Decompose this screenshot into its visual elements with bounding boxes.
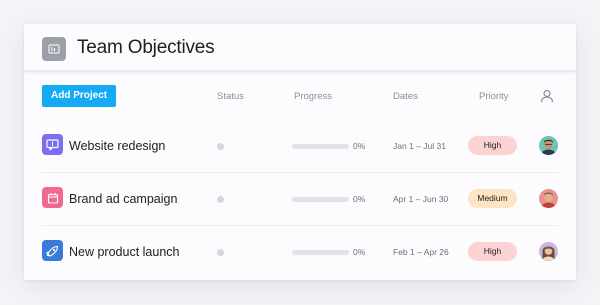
rocket-icon xyxy=(42,240,63,261)
progress-percent: 0% xyxy=(353,247,366,257)
priority-badge[interactable]: High xyxy=(468,242,517,261)
table-row[interactable]: Brand ad campaign 0% Apr 1 – Jun 30 Medi… xyxy=(42,173,558,226)
status-indicator[interactable] xyxy=(217,249,224,256)
column-header-bar: Add Project Status Progress Dates Priori… xyxy=(24,72,576,116)
date-range[interactable]: Apr 1 – Jun 30 xyxy=(393,194,448,204)
calendar-icon xyxy=(42,187,63,208)
progress-percent: 0% xyxy=(353,141,366,151)
assignee-avatar[interactable] xyxy=(539,242,558,261)
header: Team Objectives xyxy=(24,24,576,72)
progress-bar xyxy=(292,250,349,255)
project-name[interactable]: Brand ad campaign xyxy=(69,192,177,206)
assignee-avatar[interactable] xyxy=(539,189,558,208)
assignee-avatar[interactable] xyxy=(539,136,558,155)
table-row[interactable]: New product launch 0% Feb 1 – Apr 26 Hig… xyxy=(42,226,558,279)
project-name[interactable]: New product launch xyxy=(69,245,179,259)
add-project-button[interactable]: Add Project xyxy=(42,85,117,107)
status-indicator[interactable] xyxy=(217,196,224,203)
status-indicator[interactable] xyxy=(217,143,224,150)
date-range[interactable]: Jan 1 – Jul 31 xyxy=(393,141,446,151)
project-card: Team Objectives Add Project Status Progr… xyxy=(24,24,576,280)
priority-column-header[interactable]: Priority xyxy=(479,91,509,102)
project-name[interactable]: Website redesign xyxy=(69,139,165,153)
board-icon xyxy=(42,37,66,61)
page-title: Team Objectives xyxy=(77,37,215,58)
progress-bar xyxy=(292,197,349,202)
progress-column-header[interactable]: Progress xyxy=(294,91,332,102)
progress-percent: 0% xyxy=(353,194,366,204)
progress-bar xyxy=(292,144,349,149)
priority-badge[interactable]: Medium xyxy=(468,189,517,208)
chat-bubble-icon xyxy=(42,134,63,155)
person-icon[interactable] xyxy=(540,89,554,103)
table-row[interactable]: Website redesign 0% Jan 1 – Jul 31 High xyxy=(42,120,558,173)
dates-column-header[interactable]: Dates xyxy=(393,91,418,102)
status-column-header[interactable]: Status xyxy=(217,91,244,102)
priority-badge[interactable]: High xyxy=(468,136,517,155)
date-range[interactable]: Feb 1 – Apr 26 xyxy=(393,247,449,257)
